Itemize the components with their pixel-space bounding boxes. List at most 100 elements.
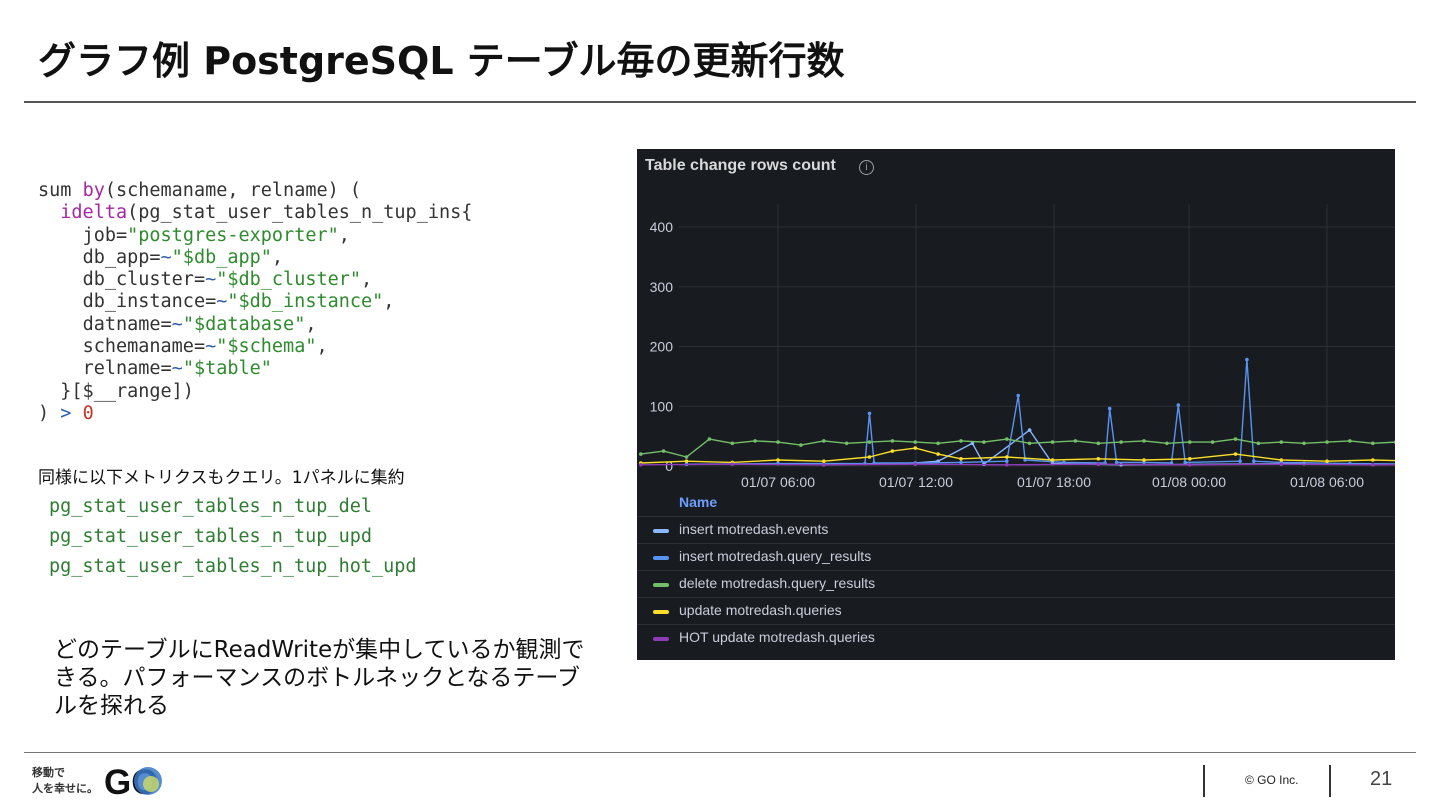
data-point — [913, 462, 918, 467]
data-point — [1256, 441, 1261, 446]
legend-item[interactable]: HOT update motredash.queries — [637, 624, 1395, 652]
promql-code-block: sum by(schemaname, relname) ( idelta(pg_… — [38, 180, 473, 424]
go-logo: GO — [104, 763, 162, 799]
legend-header: Name — [679, 494, 718, 510]
grafana-panel: Table change rows count i 0 100 200 300 400 0… — [637, 149, 1395, 660]
data-point — [639, 463, 643, 467]
data-point — [730, 441, 735, 446]
metric-name-hot-upd: pg_stat_user_tables_n_tup_hot_upd — [49, 556, 417, 577]
data-point — [1393, 440, 1395, 444]
data-point — [1302, 441, 1306, 446]
legend-label: insert motredash.query_results — [679, 548, 872, 564]
y-tick-label: 100 — [650, 398, 674, 414]
footer-separator — [1203, 765, 1205, 797]
data-point — [1096, 441, 1101, 446]
y-tick-label: 200 — [650, 339, 674, 355]
page-number: 21 — [1370, 768, 1393, 790]
data-point — [822, 439, 826, 443]
data-point — [1279, 440, 1284, 444]
data-point — [959, 439, 963, 443]
data-point — [661, 449, 666, 453]
data-point — [959, 457, 963, 461]
legend-label: delete motredash.query_results — [679, 575, 876, 591]
data-point — [1188, 440, 1192, 444]
x-tick-label: 01/08 06:00 — [1290, 474, 1364, 489]
data-point — [890, 439, 895, 443]
data-point — [639, 452, 643, 456]
series-line — [686, 358, 1395, 465]
footer-divider — [24, 752, 1416, 753]
copyright: © GO Inc. — [1245, 773, 1299, 787]
y-tick-label: 0 — [665, 458, 673, 474]
data-point — [1233, 437, 1238, 441]
slide-title: グラフ例 PostgreSQL テーブル毎の更新行数 — [38, 39, 845, 83]
x-tick-label: 01/07 12:00 — [879, 474, 953, 489]
metrics-note: 同様に以下メトリクスもクエリ。1パネルに集約 — [38, 468, 405, 488]
data-point — [1279, 462, 1284, 467]
data-point — [1142, 458, 1146, 462]
data-point — [1183, 460, 1187, 465]
footer-separator — [1329, 765, 1331, 797]
time-series-chart: 0 100 200 300 400 01/07 06:00 01/07 12:00 01/07… — [639, 204, 1395, 489]
data-point — [1245, 357, 1249, 362]
data-point — [1016, 393, 1020, 398]
data-point — [1005, 455, 1009, 459]
data-point — [1005, 463, 1009, 467]
x-tick-label: 01/07 06:00 — [741, 474, 815, 489]
y-tick-label: 400 — [650, 219, 674, 235]
data-point — [1107, 406, 1112, 411]
data-point — [1096, 457, 1101, 461]
data-point — [776, 440, 780, 444]
legend-item[interactable]: delete motredash.query_results — [637, 570, 1395, 598]
data-point — [1188, 457, 1192, 461]
footer-tagline: 移動で 人を幸せに。 — [32, 766, 98, 795]
data-point — [890, 449, 895, 453]
data-point — [1073, 439, 1078, 443]
legend-label: update motredash.queries — [679, 602, 842, 618]
data-point — [1005, 459, 1009, 464]
data-point — [1050, 458, 1055, 462]
data-point — [867, 455, 872, 459]
legend-label: HOT update motredash.queries — [679, 629, 875, 645]
data-point — [1165, 441, 1169, 446]
legend-item[interactable]: insert motredash.events — [637, 516, 1395, 544]
legend-item[interactable]: insert motredash.query_results — [637, 543, 1395, 571]
data-point — [684, 459, 689, 464]
data-point — [753, 439, 757, 443]
data-point — [1371, 441, 1375, 446]
data-point — [936, 441, 940, 446]
data-point — [1142, 439, 1146, 443]
metric-name-upd: pg_stat_user_tables_n_tup_upd — [49, 526, 373, 547]
data-point — [1279, 458, 1284, 462]
title-divider — [24, 101, 1416, 103]
legend-swatch — [653, 637, 669, 641]
data-point — [1027, 428, 1032, 432]
legend-item[interactable]: update motredash.queries — [637, 597, 1395, 625]
data-point — [707, 437, 712, 441]
data-point — [913, 446, 918, 450]
data-point — [936, 452, 940, 456]
data-point — [1188, 463, 1192, 467]
data-point — [867, 411, 872, 416]
data-point — [1325, 440, 1329, 444]
data-point — [913, 440, 918, 444]
data-point — [730, 462, 735, 467]
data-point — [1325, 459, 1329, 464]
data-point — [1027, 441, 1032, 446]
data-point — [684, 455, 689, 459]
data-point — [1119, 440, 1123, 444]
data-point — [1348, 439, 1352, 443]
data-point — [867, 440, 872, 444]
data-point — [1005, 437, 1009, 441]
data-point — [844, 441, 849, 446]
data-point — [959, 460, 963, 465]
legend-swatch — [653, 583, 669, 587]
data-point — [1371, 463, 1375, 467]
legend-swatch — [653, 610, 669, 614]
x-tick-label: 01/07 18:00 — [1017, 474, 1091, 489]
data-point — [1062, 460, 1066, 465]
legend-label: insert motredash.events — [679, 521, 829, 537]
data-point — [776, 458, 780, 462]
data-point — [1176, 403, 1181, 407]
data-point — [1050, 440, 1055, 444]
